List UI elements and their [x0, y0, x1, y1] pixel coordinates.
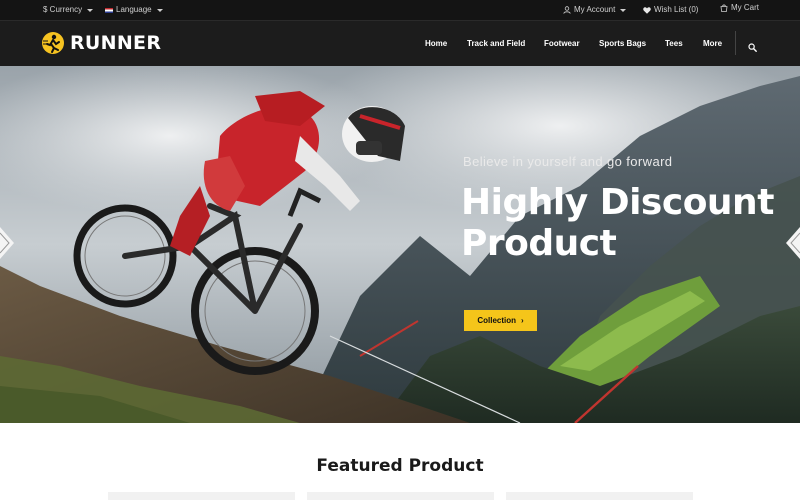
account-dropdown[interactable]: My Account: [563, 0, 627, 20]
nav-item-more[interactable]: More: [703, 21, 722, 67]
flag-icon: [105, 7, 113, 13]
currency-dropdown[interactable]: $ Currency: [43, 0, 94, 20]
currency-label: $ Currency: [43, 5, 83, 14]
product-card[interactable]: [108, 492, 295, 500]
slider-next-icon[interactable]: [786, 227, 800, 259]
user-icon: [563, 6, 571, 14]
chevron-down-icon: [620, 8, 627, 12]
cart-link[interactable]: My Cart: [720, 0, 759, 18]
search-icon[interactable]: [748, 39, 757, 57]
heart-icon: [643, 6, 651, 14]
chevron-right-icon: ›: [521, 316, 524, 325]
account-label: My Account: [574, 5, 616, 14]
main-header: RUNNER Home Track and Field Footwear Spo…: [0, 20, 800, 66]
chevron-down-icon: [87, 8, 94, 12]
wishlist-label: Wish List (0): [654, 5, 699, 14]
wishlist-link[interactable]: Wish List (0): [643, 0, 698, 20]
collection-button-label: Collection: [477, 316, 516, 325]
nav-item-track-and-field[interactable]: Track and Field: [467, 21, 525, 67]
product-card[interactable]: [307, 492, 494, 500]
nav-item-tees[interactable]: Tees: [665, 21, 683, 67]
chevron-down-icon: [156, 8, 163, 12]
language-dropdown[interactable]: Language: [105, 0, 163, 20]
hero-headline: Highly Discount Product: [461, 182, 774, 264]
runner-logo-icon: [42, 32, 64, 54]
hero-headline-line-2: Product: [461, 223, 617, 264]
slider-prev-icon[interactable]: [0, 227, 14, 259]
featured-product-heading: Featured Product: [316, 456, 484, 476]
nav-divider: [735, 31, 736, 55]
cart-icon: [720, 4, 728, 12]
nav-item-footwear[interactable]: Footwear: [544, 21, 580, 67]
site-logo[interactable]: RUNNER: [42, 30, 161, 56]
hero-tagline: Believe in yourself and go forward: [463, 154, 673, 169]
top-utility-bar: $ Currency Language My Account Wish List…: [0, 0, 800, 20]
hero-headline-line-1: Highly Discount: [461, 182, 774, 223]
collection-button[interactable]: Collection ›: [464, 310, 537, 331]
logo-text: RUNNER: [70, 32, 162, 54]
nav-item-sports-bags[interactable]: Sports Bags: [599, 21, 646, 67]
nav-item-home[interactable]: Home: [425, 21, 447, 67]
hero-slider: Believe in yourself and go forward Highl…: [0, 66, 800, 423]
product-card[interactable]: [506, 492, 693, 500]
language-label: Language: [116, 5, 152, 14]
cart-label: My Cart: [731, 3, 759, 12]
